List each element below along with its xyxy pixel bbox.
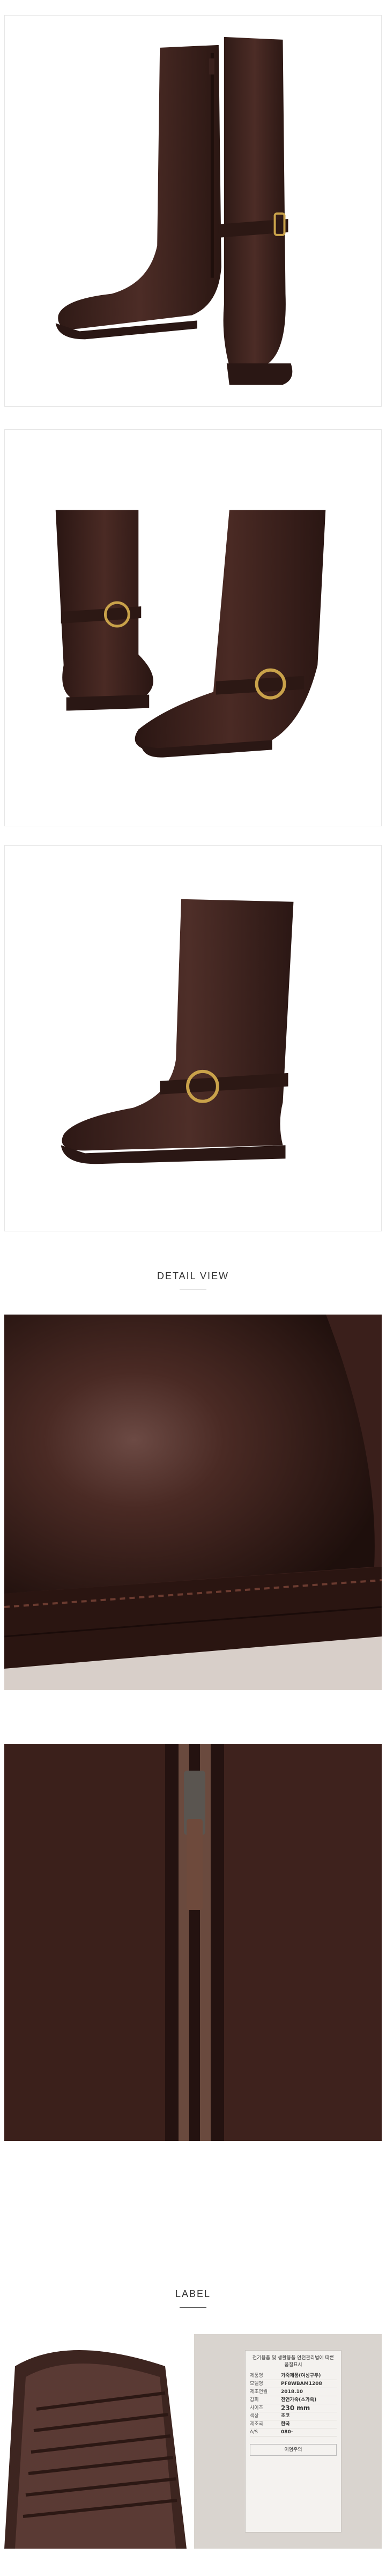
row-value: 한국	[281, 2421, 290, 2427]
detail-photo-zipper	[4, 1738, 382, 2141]
care-label-row: A/S 080-	[250, 2428, 337, 2436]
sole-illustration	[4, 2334, 193, 2549]
row-value: 080-	[281, 2430, 293, 2435]
boots-front-illustration	[55, 510, 326, 758]
row-key: 사이즈	[250, 2405, 263, 2411]
row-key: 제조연월	[250, 2389, 268, 2395]
label-underline	[180, 2307, 206, 2308]
care-label-row: 제조연월 2018.10	[250, 2388, 337, 2396]
product-photo-single	[4, 845, 382, 1231]
detail-photo-toe	[4, 1315, 382, 1690]
care-label-row: 모델명 PF8WBAM1208	[250, 2380, 337, 2388]
care-label-heading: 전기용품 및 생활용품 안전관리법에 따른 품질표시	[252, 2355, 335, 2368]
zipper-closeup-illustration	[4, 1738, 382, 2141]
product-photo-front	[4, 429, 382, 826]
label-heading: LABEL	[175, 2288, 211, 2299]
row-key: 모델명	[250, 2381, 263, 2387]
toe-closeup-illustration	[4, 1315, 382, 1690]
care-label-row: 색상 초코	[250, 2412, 337, 2420]
label-photo-tag: 전기용품 및 생활용품 안전관리법에 따른 품질표시 제품명 가죽제품(여성구두)…	[194, 2334, 382, 2549]
care-label: 전기용품 및 생활용품 안전관리법에 따른 품질표시 제품명 가죽제품(여성구두)…	[245, 2350, 342, 2533]
care-label-row: 사이즈 230 mm	[250, 2404, 337, 2412]
row-value: PF8WBAM1208	[281, 2381, 322, 2387]
boot-single-illustration	[61, 899, 294, 1164]
row-key: 색상	[250, 2413, 259, 2419]
row-key: 제조국	[250, 2421, 263, 2427]
care-label-warning: 이염주의	[250, 2444, 337, 2456]
row-value: 천연가죽(소가죽)	[281, 2397, 317, 2403]
row-key: 제품명	[250, 2373, 263, 2379]
care-label-row: 갑피 천연가죽(소가죽)	[250, 2396, 337, 2404]
product-photo-side	[4, 15, 382, 407]
row-value: 230 mm	[281, 2404, 310, 2412]
row-value: 가죽제품(여성구두)	[281, 2373, 321, 2379]
row-value: 2018.10	[281, 2389, 303, 2395]
row-key: 갑피	[250, 2397, 259, 2403]
care-label-row: 제조국 한국	[250, 2420, 337, 2428]
row-value: 초코	[281, 2413, 290, 2419]
boots-side-illustration	[55, 36, 293, 385]
row-key: A/S	[250, 2430, 258, 2435]
label-photo-sole	[4, 2334, 193, 2549]
detail-view-heading: DETAIL VIEW	[157, 1271, 229, 1281]
care-label-row: 제품명 가죽제품(여성구두)	[250, 2372, 337, 2380]
